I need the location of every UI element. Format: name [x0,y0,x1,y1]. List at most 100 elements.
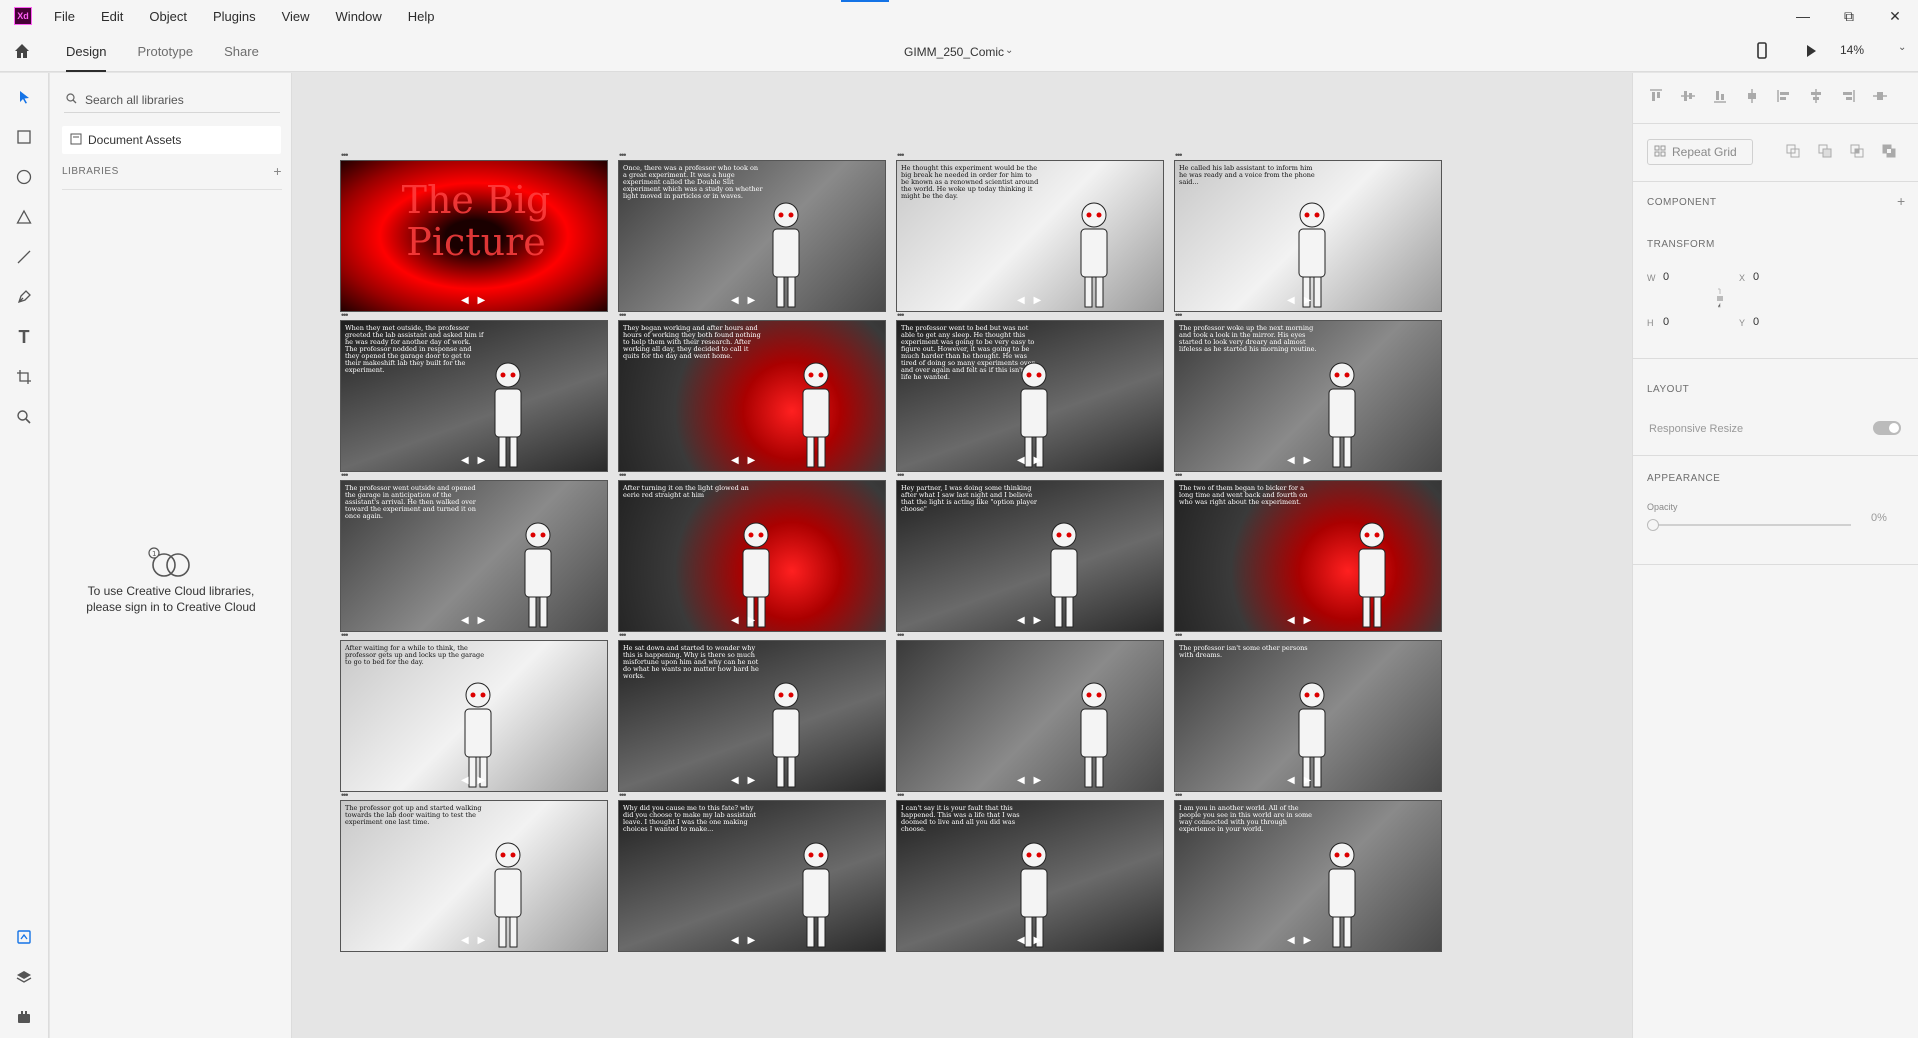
home-icon[interactable] [13,42,31,65]
tab-design[interactable]: Design [66,32,107,72]
ellipse-tool-icon[interactable] [13,166,35,188]
align-left-icon[interactable] [1775,87,1793,105]
comic-artboard[interactable]: The professor woke up the next morning a… [1174,320,1442,472]
artboard-handle[interactable]: ••• [619,790,627,800]
page-nav-arrows[interactable]: ◀ ▶ [1017,455,1044,466]
page-nav-arrows[interactable]: ◀ ▶ [1017,615,1044,626]
artboard-handle[interactable]: ••• [341,150,349,160]
page-nav-arrows[interactable]: ◀ ▶ [1287,615,1314,626]
page-nav-arrows[interactable]: ◀ ▶ [1287,775,1314,786]
add-shape-icon[interactable] [1785,143,1801,159]
artboard-handle[interactable]: ••• [341,470,349,480]
page-nav-arrows[interactable]: ◀ ▶ [461,775,488,786]
page-nav-arrows[interactable]: ◀ ▶ [461,935,488,946]
artboard-handle[interactable]: ••• [1175,790,1183,800]
artboard-handle[interactable]: ••• [619,310,627,320]
close-icon[interactable]: ✕ [1872,0,1918,32]
add-library-icon[interactable]: + [273,163,282,179]
comic-artboard[interactable]: After waiting for a while to think, the … [340,640,608,792]
page-nav-arrows[interactable]: ◀ ▶ [461,615,488,626]
comic-artboard[interactable]: The professor went outside and opened th… [340,480,608,632]
comic-artboard[interactable]: The Big Picture ◀ ▶ [340,160,608,312]
menu-help[interactable]: Help [408,9,435,24]
chevron-down-icon[interactable]: ⌄ [1005,45,1013,56]
artboard-handle[interactable]: ••• [897,790,905,800]
artboard-handle[interactable]: ••• [341,310,349,320]
comic-artboard[interactable]: Once, there was a professor who took on … [618,160,886,312]
comic-artboard[interactable]: The professor went to bed but was not ab… [896,320,1164,472]
opacity-value[interactable]: 0% [1871,512,1887,524]
page-nav-arrows[interactable]: ◀ ▶ [1017,775,1044,786]
align-center-icon[interactable] [1807,87,1825,105]
artboard-handle[interactable]: ••• [1175,150,1183,160]
zoom-chevron-icon[interactable]: ⌄ [1898,42,1906,53]
menu-window[interactable]: Window [336,9,382,24]
page-nav-arrows[interactable]: ◀ ▶ [731,615,758,626]
artboard-handle[interactable]: ••• [897,470,905,480]
width-field[interactable]: 0 [1663,271,1669,283]
design-canvas[interactable]: ••• The Big Picture ◀ ▶ ••• Once, there was … [292,73,1632,1038]
line-tool-icon[interactable] [13,246,35,268]
align-right-icon[interactable] [1839,87,1857,105]
lock-aspect-icon[interactable] [1715,288,1725,313]
responsive-resize-toggle[interactable] [1873,421,1901,435]
comic-artboard[interactable]: The two of them began to bicker for a lo… [1174,480,1442,632]
artboard-handle[interactable]: ••• [1175,470,1183,480]
comic-artboard[interactable]: ◀ ▶ [896,640,1164,792]
align-middle-icon[interactable] [1679,87,1697,105]
page-nav-arrows[interactable]: ◀ ▶ [461,295,488,306]
opacity-slider[interactable] [1647,519,1851,531]
y-field[interactable]: 0 [1753,316,1759,328]
x-field[interactable]: 0 [1753,271,1759,283]
artboard-handle[interactable]: ••• [897,310,905,320]
menu-object[interactable]: Object [149,9,187,24]
page-nav-arrows[interactable]: ◀ ▶ [1017,935,1044,946]
comic-artboard[interactable]: Hey partner, I was doing some thinking a… [896,480,1164,632]
repeat-grid-button[interactable]: Repeat Grid [1647,139,1753,165]
artboard-handle[interactable]: ••• [619,470,627,480]
text-tool-icon[interactable]: T [13,326,35,348]
comic-artboard[interactable]: He sat down and started to wonder why th… [618,640,886,792]
page-nav-arrows[interactable]: ◀ ▶ [731,775,758,786]
menu-file[interactable]: File [54,9,75,24]
comic-artboard[interactable]: After turning it on the light glowed an … [618,480,886,632]
zoom-tool-icon[interactable] [13,406,35,428]
pen-tool-icon[interactable] [13,286,35,308]
align-top-icon[interactable] [1647,87,1665,105]
comic-artboard[interactable]: They began working and after hours and h… [618,320,886,472]
artboard-handle[interactable]: ••• [619,150,627,160]
exclude-shape-icon[interactable] [1881,143,1897,159]
page-nav-arrows[interactable]: ◀ ▶ [731,455,758,466]
menu-edit[interactable]: Edit [101,9,123,24]
play-icon[interactable] [1804,42,1818,65]
page-nav-arrows[interactable]: ◀ ▶ [1287,295,1314,306]
artboard-handle[interactable]: ••• [341,790,349,800]
align-bottom-icon[interactable] [1711,87,1729,105]
artboard-handle[interactable]: ••• [341,630,349,640]
library-search[interactable]: Search all libraries [64,87,280,113]
menu-plugins[interactable]: Plugins [213,9,256,24]
document-title[interactable]: GIMM_250_Comic [904,45,1004,59]
page-nav-arrows[interactable]: ◀ ▶ [1287,455,1314,466]
plugins-icon[interactable] [13,1006,35,1028]
height-field[interactable]: 0 [1663,316,1669,328]
comic-artboard[interactable]: The professor isn't some other persons w… [1174,640,1442,792]
comic-artboard[interactable]: When they met outside, the professor gre… [340,320,608,472]
rectangle-tool-icon[interactable] [13,126,35,148]
artboard-handle[interactable]: ••• [897,630,905,640]
menu-view[interactable]: View [282,9,310,24]
artboard-handle[interactable]: ••• [897,150,905,160]
artboard-tool-icon[interactable] [13,366,35,388]
page-nav-arrows[interactable]: ◀ ▶ [461,455,488,466]
artboard-handle[interactable]: ••• [619,630,627,640]
document-assets-item[interactable]: Document Assets [62,126,281,154]
tab-prototype[interactable]: Prototype [137,32,193,72]
restore-icon[interactable]: ⧉ [1826,0,1872,32]
comic-artboard[interactable]: I can't say it is your fault that this h… [896,800,1164,952]
comic-artboard[interactable]: I am you in another world. All of the pe… [1174,800,1442,952]
minimize-icon[interactable]: — [1780,0,1826,32]
page-nav-arrows[interactable]: ◀ ▶ [731,295,758,306]
distribute-horizontal-icon[interactable] [1871,87,1889,105]
comic-artboard[interactable]: He thought this experiment would be the … [896,160,1164,312]
assets-panel-icon[interactable] [13,926,35,948]
